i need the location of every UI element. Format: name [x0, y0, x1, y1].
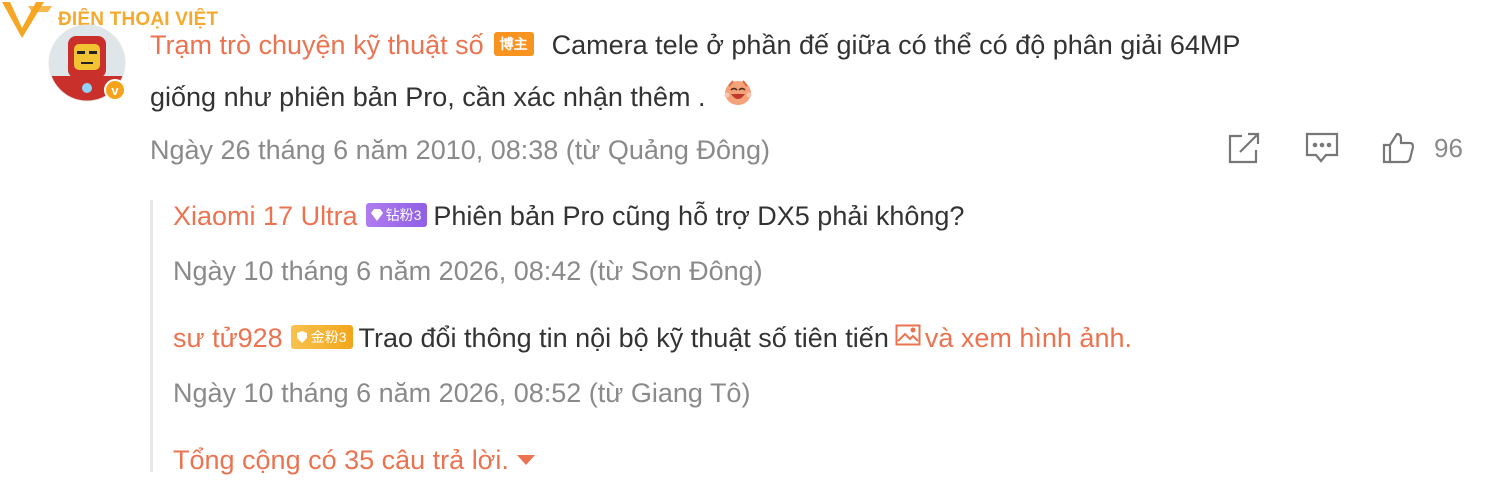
laughing-emoji-icon	[721, 77, 755, 115]
like-count: 96	[1434, 132, 1463, 163]
reply-2: sư tử928 金粉3 Trao đổi thông tin nội bộ kỹ …	[173, 321, 1132, 357]
reply-1: Xiaomi 17 Ultra 钻粉3 Phiên bản Pro cũng hỗ …	[173, 199, 964, 233]
comment-icon[interactable]	[1302, 130, 1342, 166]
post-text-line-1: Camera tele ở phần đế giữa có thể có độ …	[551, 30, 1241, 60]
fan-badge: 钻粉3	[365, 202, 428, 227]
post-author[interactable]: Trạm trò chuyện kỹ thuật số	[150, 30, 484, 60]
replies-divider	[150, 200, 153, 472]
reply-meta: Ngày 10 tháng 6 năm 2026, 08:42 (từ Sơn …	[173, 256, 763, 286]
gold-badge-label: 金粉3	[310, 328, 347, 345]
reply-text: Trao đổi thông tin nội bộ kỹ thuật số ti…	[358, 323, 889, 353]
fan-badge-label: 钻粉3	[385, 206, 422, 223]
post-line-1: Trạm trò chuyện kỹ thuật số 博主 Camera tele…	[150, 28, 1240, 62]
reply-text: Phiên bản Pro cũng hỗ trợ DX5 phải không…	[433, 201, 965, 231]
blogger-badge: 博主	[493, 31, 534, 56]
reply-meta: Ngày 10 tháng 6 năm 2026, 08:52 (từ Gian…	[173, 378, 751, 408]
post-meta: Ngày 26 tháng 6 năm 2010, 08:38 (từ Quản…	[150, 135, 770, 165]
reply-author[interactable]: Xiaomi 17 Ultra	[173, 201, 358, 231]
post-line-2: giống như phiên bản Pro, cần xác nhận th…	[150, 80, 755, 118]
share-icon[interactable]	[1224, 130, 1264, 166]
image-icon[interactable]	[895, 320, 921, 354]
caret-down-icon	[516, 454, 535, 465]
gold-fan-badge: 金粉3	[290, 324, 353, 349]
view-image-link[interactable]: và xem hình ảnh.	[925, 323, 1132, 353]
total-replies-label[interactable]: Tổng cộng có 35 câu trả lời.	[173, 445, 509, 475]
total-replies-link[interactable]: Tổng cộng có 35 câu trả lời.	[173, 443, 535, 477]
verified-badge-icon: v	[104, 79, 126, 101]
post-actions: 96	[1224, 128, 1463, 168]
diamond-icon	[370, 209, 383, 222]
gold-fan-icon	[296, 331, 307, 344]
reply-author[interactable]: sư tử928	[173, 323, 283, 353]
post-text-line-2: giống như phiên bản Pro, cần xác nhận th…	[150, 82, 706, 113]
like-icon[interactable]	[1378, 130, 1418, 166]
